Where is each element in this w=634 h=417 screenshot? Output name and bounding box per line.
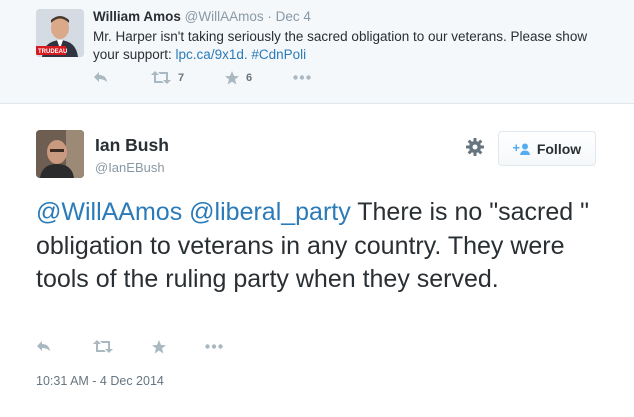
parent-author-name[interactable]: William Amos bbox=[93, 9, 181, 24]
avatar-photo bbox=[36, 130, 84, 178]
gear-icon bbox=[466, 138, 484, 156]
more-icon bbox=[205, 344, 223, 349]
parent-tweet-body: Mr. Harper isn't taking seriously the sa… bbox=[93, 29, 588, 62]
follow-user-icon bbox=[512, 143, 530, 155]
parent-tweet-date[interactable]: Dec 4 bbox=[276, 9, 311, 24]
reply-button[interactable] bbox=[36, 340, 51, 352]
more-button[interactable] bbox=[293, 75, 311, 80]
user-actions-button[interactable] bbox=[466, 138, 484, 161]
favorite-icon bbox=[152, 340, 166, 354]
favorite-button[interactable]: 6 bbox=[225, 71, 252, 85]
retweet-icon bbox=[93, 340, 113, 353]
parent-tweet-link[interactable]: lpc.ca/9x1d. bbox=[176, 47, 248, 62]
author-name[interactable]: Ian Bush bbox=[95, 135, 169, 156]
mention-link[interactable]: @WillAAmos bbox=[36, 198, 182, 226]
parent-tweet-header: William Amos @WillAAmos · Dec 4 bbox=[93, 9, 311, 24]
reply-icon bbox=[37, 341, 50, 351]
favorite-count: 6 bbox=[246, 72, 253, 84]
follow-button-label: Follow bbox=[536, 140, 582, 157]
tweet-text: @WillAAmos @liberal_party There is no "s… bbox=[36, 196, 596, 297]
reply-button[interactable] bbox=[93, 71, 108, 83]
favorite-button[interactable] bbox=[152, 340, 166, 354]
avatar-photo: TRUDEAU bbox=[36, 9, 84, 57]
retweet-count: 7 bbox=[178, 71, 185, 84]
favorite-icon bbox=[225, 71, 239, 85]
tweet-timestamp[interactable]: 10:31 AM - 4 Dec 2014 bbox=[36, 374, 164, 388]
header-separator: · bbox=[267, 9, 272, 24]
reply-icon bbox=[94, 72, 107, 82]
avatar-badge-text: TRUDEAU bbox=[38, 49, 67, 55]
retweet-button[interactable] bbox=[93, 340, 113, 353]
parent-tweet-text: Mr. Harper isn't taking seriously the sa… bbox=[93, 28, 613, 64]
avatar[interactable]: TRUDEAU bbox=[36, 9, 84, 57]
author-handle[interactable]: @IanEBush bbox=[95, 160, 165, 175]
hashtag-link[interactable]: #CdnPoli bbox=[251, 47, 306, 62]
more-button[interactable] bbox=[205, 344, 223, 349]
retweet-button[interactable]: 7 bbox=[151, 71, 184, 84]
follow-button[interactable]: Follow bbox=[498, 131, 596, 166]
parent-tweet[interactable]: TRUDEAU William Amos @WillAAmos · Dec 4 … bbox=[0, 0, 634, 104]
more-icon bbox=[293, 75, 311, 80]
parent-author-handle[interactable]: @WillAAmos bbox=[185, 9, 264, 24]
retweet-icon bbox=[151, 71, 171, 84]
avatar[interactable] bbox=[36, 130, 84, 178]
mention-link[interactable]: @liberal_party bbox=[189, 198, 351, 226]
